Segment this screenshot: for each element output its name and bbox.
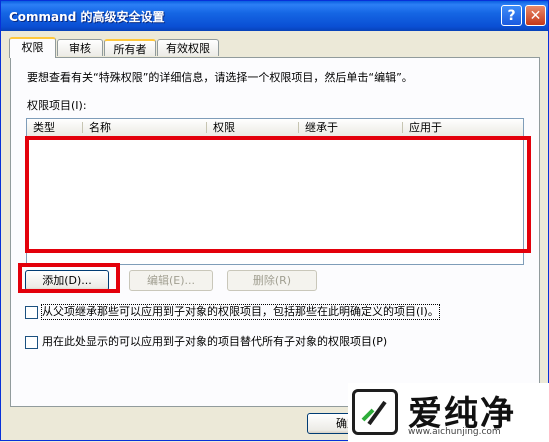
tab-owner[interactable]: 所有者 — [104, 39, 156, 56]
permission-entries-label: 权限项目(I): — [27, 99, 87, 112]
column-applies-to[interactable]: 应用于 — [403, 119, 523, 136]
inherit-label[interactable]: 从父项继承那些可以应用到子对象的权限项目，包括那些在此明确定义的项目(I)。 — [41, 304, 440, 320]
watermark-logo-icon — [352, 389, 398, 435]
close-icon[interactable]: ✕ — [525, 5, 546, 26]
advanced-security-dialog: Command 的高级安全设置 ? ✕ 权限 审核 所有者 有效权限 要想查看有… — [0, 0, 549, 442]
watermark-url: www.aichunjing.com — [408, 427, 501, 437]
remove-button[interactable]: 删除(R) — [227, 270, 317, 291]
column-permission[interactable]: 权限 — [207, 119, 299, 136]
window-title: Command 的高级安全设置 — [9, 10, 165, 24]
replace-label[interactable]: 用在此处显示的可以应用到子对象的项目替代所有子对象的权限项目(P) — [42, 335, 387, 349]
tab-permissions[interactable]: 权限 — [9, 37, 56, 58]
inherit-checkbox[interactable] — [25, 306, 38, 319]
list-header: 类型 名称 权限 继承于 应用于 — [27, 119, 523, 137]
column-type[interactable]: 类型 — [27, 119, 83, 136]
help-icon[interactable]: ? — [501, 5, 522, 26]
tab-effective-permissions[interactable]: 有效权限 — [157, 39, 219, 56]
replace-checkbox[interactable] — [25, 336, 38, 349]
highlight-list-box — [25, 136, 531, 253]
column-inherited-from[interactable]: 继承于 — [299, 119, 403, 136]
title-bar[interactable]: Command 的高级安全设置 ? ✕ — [1, 1, 548, 31]
site-watermark: 爱纯净 www.aichunjing.com — [348, 383, 549, 442]
tab-auditing[interactable]: 审核 — [57, 39, 103, 56]
highlight-add-button-box — [18, 263, 120, 293]
description-text: 要想查看有关“特殊权限”的详细信息，请选择一个权限项目，然后单击“编辑”。 — [27, 71, 413, 84]
edit-button[interactable]: 编辑(E)... — [129, 270, 213, 291]
column-name[interactable]: 名称 — [83, 119, 207, 136]
